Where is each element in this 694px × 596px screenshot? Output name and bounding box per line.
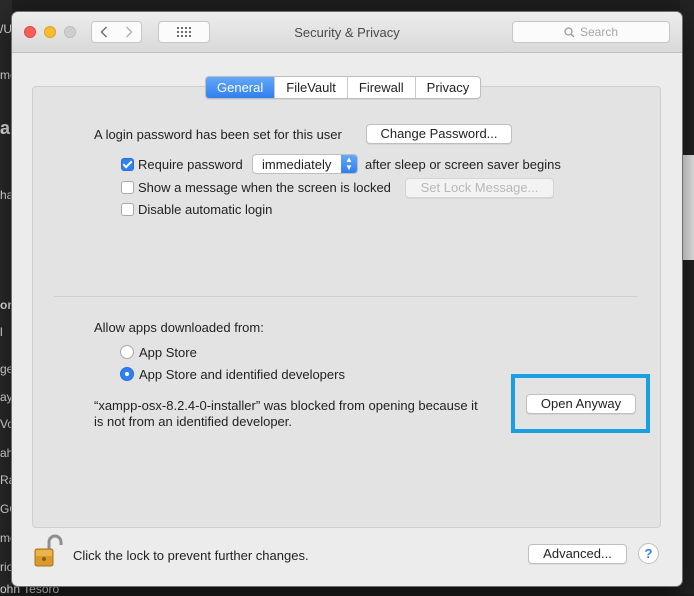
tab-filevault[interactable]: FileVault bbox=[274, 77, 347, 98]
advanced-button[interactable]: Advanced... bbox=[528, 544, 627, 564]
blocked-message-line1: “xampp-osx-8.2.4-0-installer” was blocke… bbox=[94, 398, 478, 413]
security-privacy-window: Security & Privacy Search General FileVa… bbox=[12, 12, 682, 586]
disable-auto-login-label: Disable automatic login bbox=[138, 202, 273, 217]
allow-apps-heading: Allow apps downloaded from: bbox=[94, 320, 264, 335]
require-password-suffix: after sleep or screen saver begins bbox=[365, 157, 561, 172]
show-message-checkbox[interactable] bbox=[121, 181, 134, 194]
search-field[interactable]: Search bbox=[512, 21, 670, 43]
background-text: ons bbox=[0, 298, 12, 312]
select-value: immediately bbox=[262, 157, 332, 172]
tab-general[interactable]: General bbox=[206, 77, 275, 98]
tab-bar: General FileVault Firewall Privacy bbox=[205, 76, 482, 99]
unlocked-padlock-icon bbox=[34, 534, 63, 567]
change-password-button[interactable]: Change Password... bbox=[366, 124, 512, 144]
require-password-checkbox[interactable] bbox=[121, 158, 134, 171]
background-text: ail bbox=[0, 118, 12, 138]
login-password-text: A login password has been set for this u… bbox=[94, 127, 342, 142]
search-icon bbox=[564, 26, 575, 37]
background-text: ay bbox=[0, 390, 12, 404]
radio-identified-developers-label: App Store and identified developers bbox=[139, 367, 345, 382]
lock-text: Click the lock to prevent further change… bbox=[73, 548, 309, 563]
general-panel bbox=[32, 86, 661, 528]
background-window-right-panel bbox=[680, 155, 694, 260]
background-text: Vo bbox=[0, 417, 12, 431]
disable-auto-login-checkbox[interactable] bbox=[121, 203, 134, 216]
tab-privacy[interactable]: Privacy bbox=[414, 77, 481, 98]
background-text: me bbox=[0, 531, 12, 545]
show-message-label: Show a message when the screen is locked bbox=[138, 180, 391, 195]
radio-identified-developers[interactable] bbox=[120, 367, 134, 381]
background-text: ah bbox=[0, 446, 12, 460]
section-divider bbox=[54, 296, 637, 297]
background-text: Ra bbox=[0, 473, 12, 487]
background-text: ges bbox=[0, 362, 12, 376]
open-anyway-button[interactable]: Open Anyway bbox=[526, 394, 636, 414]
updown-arrows-icon: ▲ ▼ bbox=[341, 155, 357, 173]
radio-app-store[interactable] bbox=[120, 345, 134, 359]
background-text: GO bbox=[0, 502, 12, 516]
set-lock-message-button[interactable]: Set Lock Message... bbox=[405, 178, 554, 198]
title-bar: Security & Privacy Search bbox=[12, 12, 682, 53]
background-text: /U bbox=[0, 22, 12, 36]
background-window-right bbox=[680, 0, 694, 594]
background-text: me bbox=[0, 68, 12, 82]
background-text: ha bbox=[0, 188, 12, 202]
require-password-delay-select[interactable]: immediately ▲ ▼ bbox=[252, 154, 358, 174]
lock-button[interactable] bbox=[32, 533, 66, 569]
background-text: l bbox=[0, 325, 3, 339]
radio-app-store-label: App Store bbox=[139, 345, 197, 360]
search-placeholder: Search bbox=[579, 25, 619, 39]
tab-firewall[interactable]: Firewall bbox=[346, 77, 415, 98]
blocked-message-line2: is not from an identified developer. bbox=[94, 414, 293, 429]
require-password-label: Require password bbox=[138, 157, 243, 172]
background-text: rio bbox=[0, 560, 12, 574]
help-button[interactable]: ? bbox=[638, 543, 659, 564]
